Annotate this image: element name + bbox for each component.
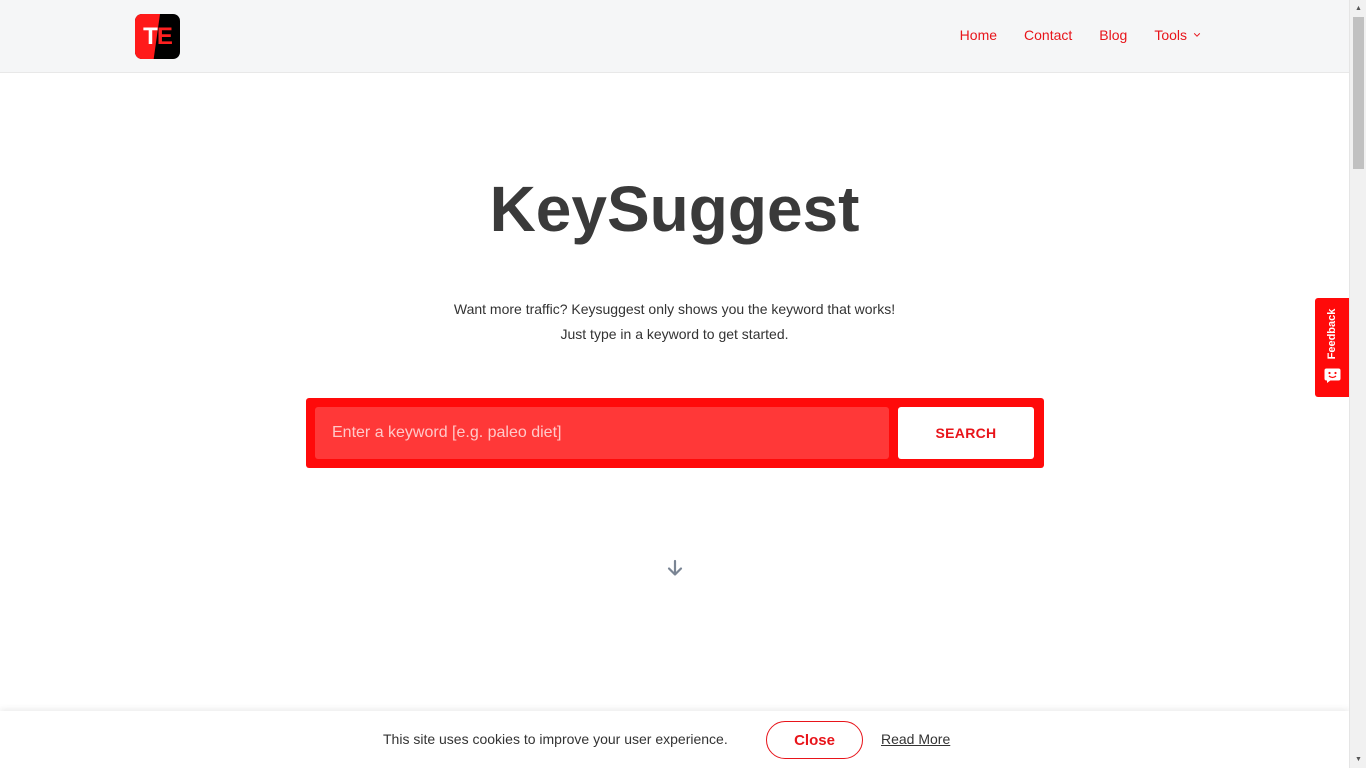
page: TE Home Contact Blog Tools KeySuggest Wa…	[0, 0, 1366, 768]
nav-blog-link[interactable]: Blog	[1099, 27, 1127, 43]
cookie-banner: This site uses cookies to improve your u…	[0, 711, 1349, 768]
chevron-down-icon	[1193, 33, 1201, 37]
site-header: TE Home Contact Blog Tools	[0, 0, 1349, 73]
arrow-down-icon[interactable]	[666, 559, 684, 577]
site-logo[interactable]: TE	[135, 14, 180, 59]
feedback-label: Feedback	[1326, 308, 1338, 360]
scrollbar-thumb[interactable]	[1353, 17, 1364, 169]
nav-home-link[interactable]: Home	[960, 27, 997, 43]
page-title: KeySuggest	[489, 173, 860, 245]
cookie-read-more-link[interactable]: Read More	[881, 731, 950, 747]
cookie-close-button[interactable]: Close	[766, 721, 863, 759]
search-form: SEARCH	[306, 398, 1044, 468]
cookie-message: This site uses cookies to improve your u…	[383, 731, 728, 747]
subtitle-line-1: Want more traffic? Keysuggest only shows…	[453, 301, 896, 317]
logo-text: TE	[143, 22, 173, 50]
main-nav: Home Contact Blog Tools	[933, 27, 1201, 43]
search-button[interactable]: SEARCH	[898, 407, 1034, 459]
nav-contact-link[interactable]: Contact	[1024, 27, 1072, 43]
scroll-up-arrow-icon[interactable]: ▲	[1350, 0, 1366, 17]
keyword-search-input[interactable]	[315, 407, 889, 459]
feedback-tab[interactable]: Feedback	[1315, 298, 1349, 397]
subtitle-line-2: Just type in a keyword to get started.	[560, 326, 789, 342]
page-subtitle: Want more traffic? Keysuggest only shows…	[0, 297, 1349, 347]
scroll-down-arrow-icon[interactable]: ▼	[1350, 751, 1366, 768]
chat-face-icon	[1324, 368, 1341, 383]
nav-tools-dropdown[interactable]: Tools	[1154, 27, 1201, 43]
page-scrollbar[interactable]: ▲ ▼	[1349, 0, 1366, 768]
nav-tools-label: Tools	[1154, 27, 1187, 43]
